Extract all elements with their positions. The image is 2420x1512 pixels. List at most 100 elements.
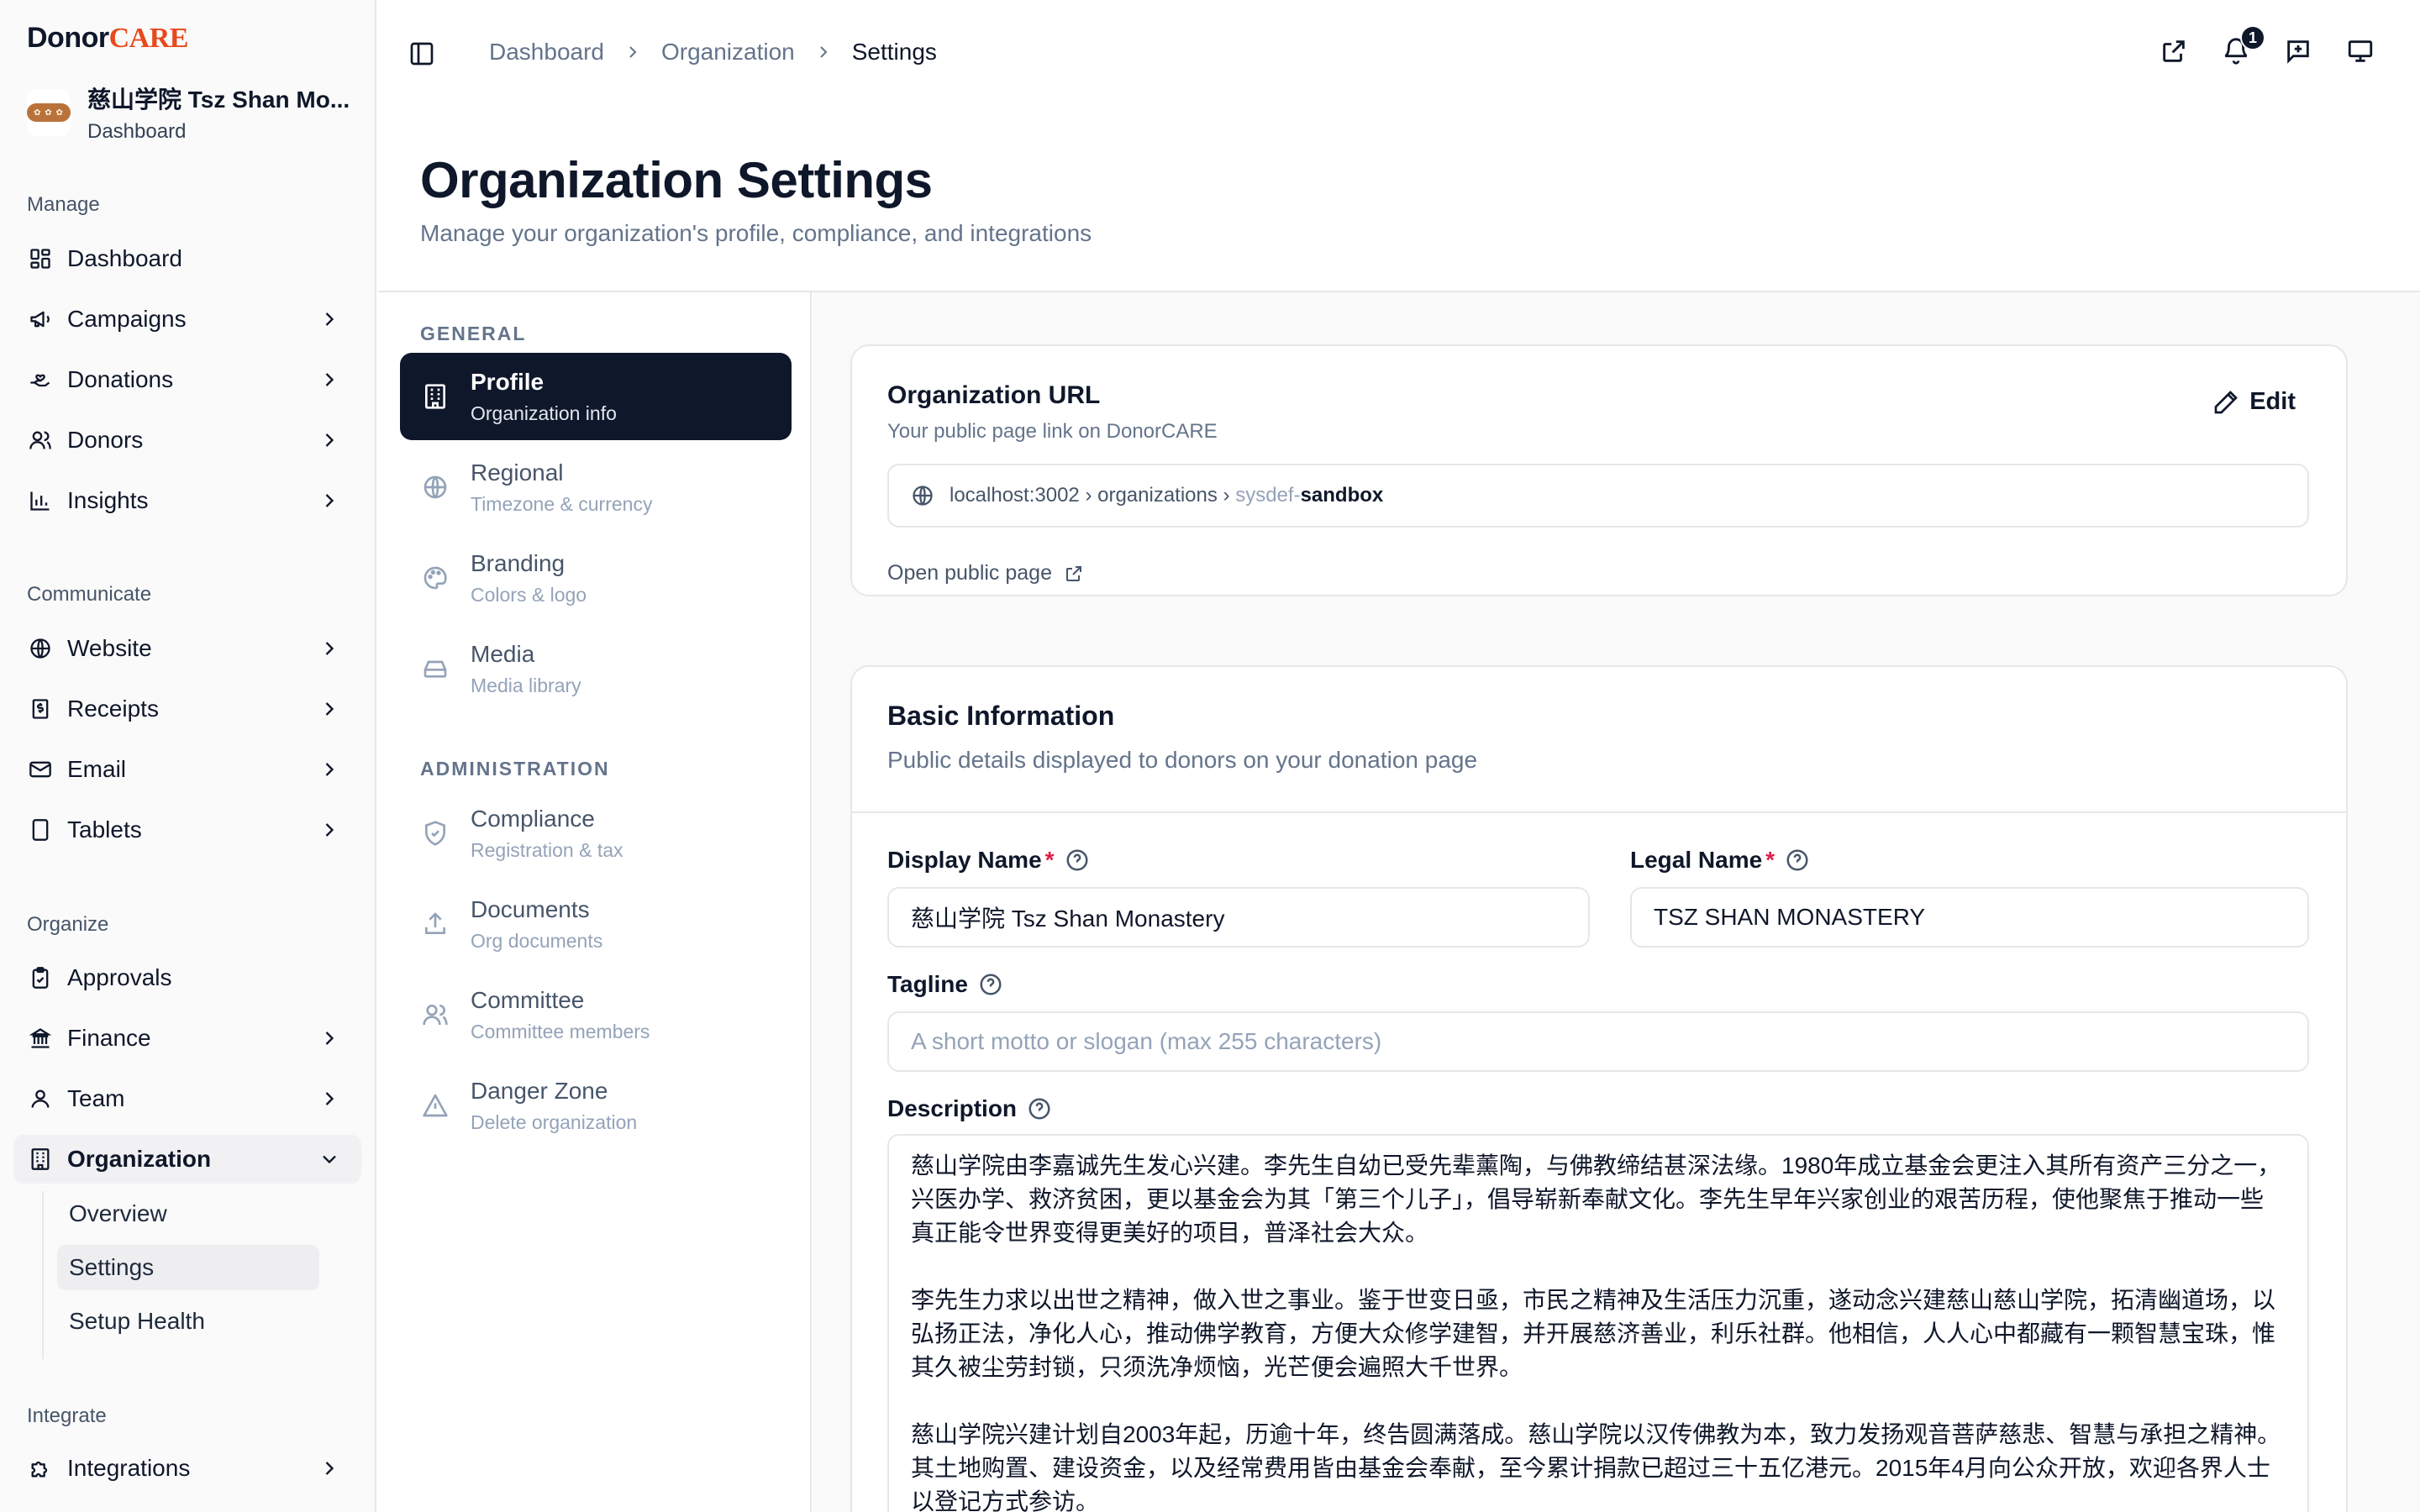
sidebar-subitem-overview[interactable]: Overview [57,1191,319,1236]
settings-tab-desc: Media library [471,674,581,696]
settings-tab-desc: Colors & logo [471,583,587,606]
sidebar-item-insights[interactable]: Insights [13,476,361,525]
sidebar-item-label: Receipts [67,696,159,722]
feedback-button[interactable] [2284,37,2312,66]
settings-tab-profile[interactable]: Profile Organization info [400,353,792,440]
sidebar-item-donors[interactable]: Donors [13,416,361,465]
org-context: Dashboard [87,120,187,143]
settings-tab-desc: Committee members [471,1020,650,1042]
dashboard-icon [27,245,54,272]
sidebar-item-label: Tablets [67,816,142,843]
settings-tab-regional[interactable]: Regional Timezone & currency [400,444,792,531]
settings-tab-title: Documents [471,895,590,922]
tagline-label: Tagline [887,971,1003,998]
help-circle-icon[interactable] [1027,1096,1052,1121]
required-marker: * [1044,847,1055,873]
basic-info-subtitle: Public details displayed to donors on yo… [887,747,1478,773]
sidebar-item-tablets[interactable]: Tablets [13,806,361,854]
chevron-right-icon [325,702,334,716]
donorcare-logo[interactable]: DonorCARE [27,22,188,55]
warning-triangle-icon [423,1094,448,1117]
sidebar-toggle-icon[interactable] [408,40,435,67]
settings-tab-branding[interactable]: Branding Colors & logo [400,534,792,622]
external-link-icon [2163,40,2185,62]
sidebar-item-label: Website [67,635,152,661]
tagline-input[interactable]: A short motto or slogan (max 255 charact… [887,1011,2309,1072]
sidebar-item-integrations[interactable]: Integrations [13,1444,361,1493]
url-prefix: localhost:3002 › organizations › [950,484,1236,507]
sidebar-item-label: Email [67,756,127,782]
breadcrumb-settings: Settings [851,39,937,65]
sidebar-item-label: Donations [67,366,174,392]
description-paragraph: 慈山学院由李嘉诚先生发心兴建。李先生自幼已受先辈薰陶，与佛教缔结甚深法缘。198… [911,1152,2281,1246]
settings-tab-title: Profile [471,368,544,395]
page-title: Organization Settings [420,152,933,208]
notifications-button[interactable]: 1 [2222,25,2265,66]
globe-icon [424,475,447,499]
breadcrumb-dashboard[interactable]: Dashboard [489,39,604,66]
settings-tab-title: Regional [471,459,564,486]
breadcrumb-organization[interactable]: Organization [661,39,795,66]
chevron-right-icon [325,1462,334,1475]
section-label-manage: Manage [27,193,100,216]
sidebar-item-email[interactable]: Email [13,745,361,794]
settings-tab-title: Committee [471,986,585,1013]
help-circle-icon[interactable] [978,972,1003,997]
sidebar-subitem-setup-health[interactable]: Setup Health [57,1299,319,1344]
org-name: 慈山学院 Tsz Shan Mo... [87,87,350,113]
sidebar-item-dashboard[interactable]: Dashboard [13,234,361,283]
settings-tab-committee[interactable]: Committee Committee members [400,971,792,1058]
chevron-right-icon [325,494,334,507]
open-public-page-link[interactable]: Open public page [887,561,1084,585]
url-slug-prefix: sysdef- [1235,484,1301,507]
help-circle-icon[interactable] [1065,848,1090,873]
bar-chart-icon [27,487,54,514]
breadcrumb: Dashboard Organization Settings [489,39,937,66]
sidebar-item-team[interactable]: Team [13,1074,361,1123]
sidebar-item-label: Insights [67,487,149,513]
help-circle-icon[interactable] [1785,848,1810,873]
url-slug: sandbox [1300,484,1384,507]
chevron-right-icon [325,763,334,776]
settings-tab-title: Branding [471,549,566,576]
sidebar-item-receipts[interactable]: Receipts [13,685,361,733]
palette-icon [424,566,447,590]
sidebar-item-label: Organization [67,1146,212,1172]
chevron-right-icon [325,823,334,837]
sidebar-subitem-settings[interactable]: Settings [57,1245,319,1290]
sidebar-item-label: Donors [67,427,144,453]
megaphone-icon [27,306,54,333]
message-plus-icon [2287,40,2309,64]
hard-drive-icon [424,660,447,678]
settings-tab-compliance[interactable]: Compliance Registration & tax [400,790,792,877]
users-icon [27,427,54,454]
legal-name-input[interactable]: TSZ SHAN MONASTERY [1630,887,2309,948]
settings-tab-danger-zone[interactable]: Danger Zone Delete organization [400,1062,792,1149]
notification-badge: 1 [2240,25,2265,50]
section-label-communicate: Communicate [27,583,152,606]
shield-check-icon [425,821,445,846]
chevron-right-icon [325,373,334,386]
external-link-button[interactable] [2160,37,2188,66]
display-mode-button[interactable] [2346,37,2375,66]
required-marker: * [1765,847,1776,873]
settings-tab-media[interactable]: Media Media library [400,625,792,712]
sidebar-item-finance[interactable]: Finance [13,1014,361,1063]
sidebar-item-label: Approvals [67,964,172,990]
section-label-organize: Organize [27,913,109,936]
chevron-right-icon [325,433,334,447]
settings-tab-desc: Org documents [471,929,603,952]
edit-url-button[interactable]: Edit [2212,388,2296,416]
description-textarea[interactable]: 慈山学院由李嘉诚先生发心兴建。李先生自幼已受先辈薰陶，与佛教缔结甚深法缘。198… [887,1134,2309,1512]
settings-tab-documents[interactable]: Documents Org documents [400,880,792,968]
sidebar-item-organization[interactable]: Organization [13,1135,361,1184]
bank-icon [27,1025,54,1052]
sidebar-item-website[interactable]: Website [13,624,361,673]
display-name-input[interactable]: 慈山学院 Tsz Shan Monastery [887,887,1590,948]
org-url-subtitle: Your public page link on DonorCARE [887,420,1218,443]
org-switcher[interactable]: ✿ ✿ ✿ 慈山学院 Tsz Shan Mo... Dashboard [27,81,363,144]
sidebar-item-donations[interactable]: Donations [13,355,361,404]
upload-icon [425,912,445,934]
sidebar-item-campaigns[interactable]: Campaigns [13,295,361,344]
sidebar-item-approvals[interactable]: Approvals [13,953,361,1002]
